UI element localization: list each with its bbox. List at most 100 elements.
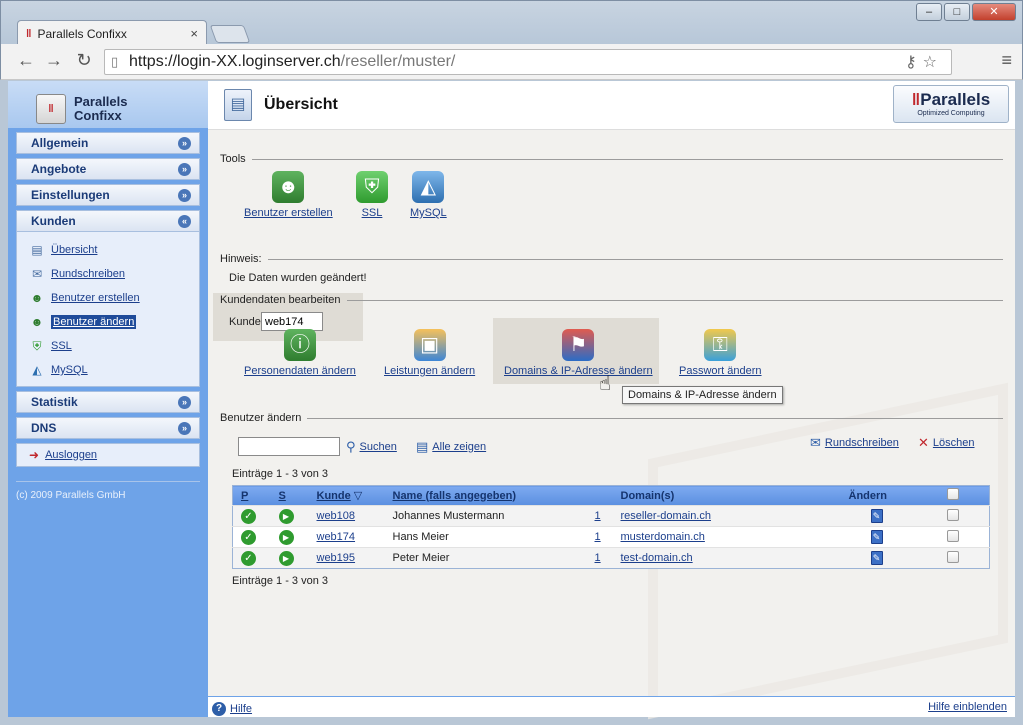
document-icon: ▤ <box>31 243 43 257</box>
check-icon: ✓ <box>241 529 256 545</box>
tab-close-icon[interactable]: × <box>190 26 198 41</box>
page-title: Übersicht <box>264 96 338 113</box>
row-checkbox[interactable] <box>946 508 959 521</box>
newsletter-icon: ✉ <box>810 435 821 450</box>
sidebar-item-benutzer-aendern[interactable]: ☻ Benutzer ändern <box>29 310 199 334</box>
sidebar-item-ssl[interactable]: ⛨ SSL <box>29 334 199 358</box>
minimize-button[interactable]: ‒ <box>916 3 942 21</box>
tooltip: Domains & IP-Adresse ändern <box>622 386 783 404</box>
select-all-checkbox[interactable] <box>946 488 959 500</box>
bookmark-star-icon[interactable]: ☆ <box>923 54 943 71</box>
sidebar-item-benutzer-erstellen[interactable]: ☻ Benutzer erstellen <box>29 286 199 310</box>
tab-favicon-icon: ǁ <box>26 27 32 40</box>
sidebar-item-uebersicht[interactable]: ▤ Übersicht <box>29 238 199 262</box>
menu-allgemein[interactable]: Allgemein» <box>16 132 200 154</box>
delete-button[interactable]: ✕ Löschen <box>918 435 975 451</box>
sidebar-item-mysql[interactable]: ◭ MySQL <box>29 358 199 382</box>
browser-menu-icon[interactable]: ≡ <box>1001 50 1012 71</box>
kunde-link[interactable]: web195 <box>317 552 356 564</box>
users-table: P S Kunde ▽ Name (falls angegeben) Domai… <box>232 485 990 569</box>
sidebar-item-rundschreiben[interactable]: ✉ Rundschreiben <box>29 262 199 286</box>
key-icon[interactable]: ⚷ <box>905 54 923 71</box>
list-icon: ▤ <box>416 439 429 454</box>
play-icon[interactable]: ▶ <box>278 550 294 566</box>
col-p[interactable]: P <box>241 490 248 502</box>
logout-item[interactable]: ➜ Ausloggen <box>16 443 200 467</box>
kunde-label: Kunde <box>229 316 261 328</box>
brand-logo: ǁParallels Optimized Computing <box>893 85 1009 123</box>
entries-count-top: Einträge 1 - 3 von 3 <box>232 468 329 480</box>
forward-icon[interactable]: → <box>43 50 65 71</box>
col-aendern: Ändern <box>848 489 888 502</box>
action-passwort[interactable]: ⚿ Passwort ändern <box>679 329 762 377</box>
address-bar[interactable]: ▯ https://login-XX.loginserver.ch/resell… <box>104 49 952 75</box>
menu-statistik[interactable]: Statistik» <box>16 391 200 413</box>
play-icon[interactable]: ▶ <box>278 529 294 545</box>
brand-bars-icon: ǁ <box>911 90 921 109</box>
tab-title: Parallels Confixx <box>37 26 127 41</box>
chevron-down-icon: » <box>178 422 191 435</box>
domain-count-link[interactable]: 1 <box>595 531 601 543</box>
new-tab-button[interactable] <box>209 25 251 43</box>
domain-link[interactable]: reseller-domain.ch <box>621 510 711 522</box>
sidebar-logo: ǁ Parallels Confixx <box>8 81 208 128</box>
tool-benutzer-erstellen[interactable]: ☻ Benutzer erstellen <box>244 171 333 219</box>
edit-icon[interactable]: ✎ <box>870 551 883 565</box>
domain-count-link[interactable]: 1 <box>595 552 601 564</box>
help-link[interactable]: Hilfe <box>230 703 252 715</box>
action-leistungen[interactable]: ▣ Leistungen ändern <box>384 329 475 377</box>
menu-angebote[interactable]: Angebote» <box>16 158 200 180</box>
check-icon: ✓ <box>241 508 256 524</box>
logout-icon: ➜ <box>29 448 40 462</box>
kunde-link[interactable]: web108 <box>317 510 356 522</box>
domain-count-link[interactable]: 1 <box>595 510 601 522</box>
user-name: Peter Meier <box>392 552 450 564</box>
domain-link[interactable]: musterdomain.ch <box>621 531 705 543</box>
person-info-icon: ⓘ <box>283 329 316 361</box>
col-name[interactable]: Name (falls angegeben) <box>393 490 516 502</box>
main-content: ▤ Übersicht ǁParallels Optimized Computi… <box>208 81 1015 720</box>
help-icon: ? <box>212 701 226 716</box>
show-all-button[interactable]: ▤ Alle zeigen <box>416 439 486 455</box>
col-domains: Domain(s) <box>620 489 675 502</box>
search-icon: ⚲ <box>346 439 356 454</box>
domain-link[interactable]: test-domain.ch <box>621 552 693 564</box>
chevron-down-icon: » <box>178 396 191 409</box>
kunde-link[interactable]: web174 <box>317 531 356 543</box>
hint-message: Die Daten wurden geändert! <box>229 272 367 284</box>
user-name: Johannes Mustermann <box>392 510 505 522</box>
edit-icon[interactable]: ✎ <box>870 530 883 544</box>
tools-section-title: Tools <box>220 153 1003 165</box>
menu-einstellungen[interactable]: Einstellungen» <box>16 184 200 206</box>
browser-tab[interactable]: ǁ Parallels Confixx × <box>17 20 207 46</box>
table-row: ✓ ▶ web195 Peter Meier 1 test-domain.ch … <box>232 547 990 569</box>
newsletter-icon: ✉ <box>31 267 43 281</box>
tool-mysql[interactable]: ◭ MySQL <box>410 171 447 219</box>
col-kunde[interactable]: Kunde <box>317 490 351 502</box>
footer: ? Hilfe Hilfe einblenden <box>208 696 1015 717</box>
search-button[interactable]: ⚲ Suchen <box>346 439 397 455</box>
help-show-link[interactable]: Hilfe einblenden <box>928 701 1007 713</box>
row-checkbox[interactable] <box>946 550 959 563</box>
sidebar: ǁ Parallels Confixx Allgemein» Angebote»… <box>8 81 208 717</box>
delete-x-icon: ✕ <box>918 435 929 450</box>
action-domains-ip[interactable]: ⚑ Domains & IP-Adresse ändern <box>504 329 653 377</box>
tool-ssl[interactable]: ⛨ SSL <box>356 171 388 219</box>
chevron-down-icon: » <box>178 137 191 150</box>
back-icon[interactable]: ← <box>15 50 37 71</box>
edit-icon[interactable]: ✎ <box>870 509 883 523</box>
close-window-button[interactable]: ✕ <box>972 3 1016 21</box>
url-host: https://login-XX.loginserver.ch <box>129 53 341 70</box>
menu-dns[interactable]: DNS» <box>16 417 200 439</box>
reload-icon[interactable]: ↻ <box>73 50 95 71</box>
newsletter-button[interactable]: ✉ Rundschreiben <box>810 435 899 451</box>
keys-icon: ⚿ <box>704 329 737 361</box>
col-s[interactable]: S <box>279 490 286 502</box>
action-personendaten[interactable]: ⓘ Personendaten ändern <box>244 329 356 377</box>
play-icon[interactable]: ▶ <box>278 508 294 524</box>
kundendaten-section-title: Kundendaten bearbeiten <box>220 294 1003 306</box>
search-input[interactable] <box>238 437 340 456</box>
maximize-button[interactable]: □ <box>944 3 970 21</box>
menu-kunden[interactable]: Kunden « <box>16 210 200 232</box>
row-checkbox[interactable] <box>946 529 959 542</box>
